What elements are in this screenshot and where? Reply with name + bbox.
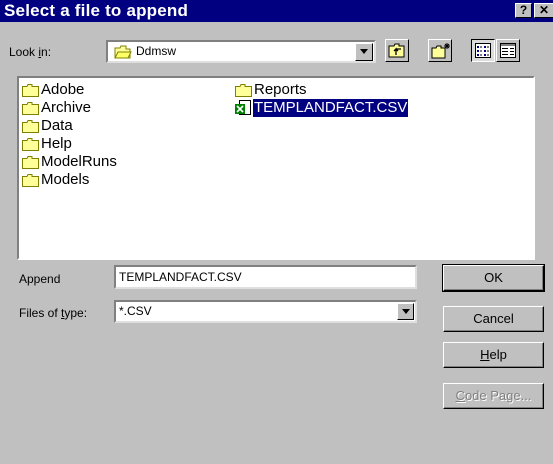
csv-file-icon: [235, 100, 252, 121]
look-in-dropdown-button[interactable]: [355, 43, 373, 61]
folder-name: Adobe: [41, 81, 85, 98]
folder-name: Help: [41, 135, 72, 152]
create-new-folder-button[interactable]: [428, 39, 452, 62]
close-button[interactable]: ✕: [534, 3, 553, 18]
folder-open-icon: [114, 45, 132, 63]
folder-name: Archive: [41, 99, 92, 116]
folder-icon: [22, 174, 39, 192]
list-view-button[interactable]: [471, 39, 495, 62]
folder-icon: [22, 138, 39, 156]
append-input-value: TEMPLANDFACT.CSV: [119, 270, 242, 284]
list-view-icon: [475, 43, 491, 61]
file-dialog: Select a file to append ? ✕ Look in: Ddm…: [0, 0, 553, 464]
files-of-type-value: *.CSV: [119, 304, 152, 318]
details-view-icon: [500, 43, 516, 61]
append-input[interactable]: TEMPLANDFACT.CSV: [114, 265, 417, 289]
code-page-button[interactable]: Code Page...: [443, 383, 544, 409]
folder-name: Models: [41, 171, 90, 188]
folder-name: Reports: [254, 81, 307, 98]
files-of-type-dropdown-button[interactable]: [397, 303, 414, 320]
append-label: Append: [19, 272, 61, 286]
up-one-level-button[interactable]: [385, 39, 409, 62]
window-title: Select a file to append: [4, 1, 189, 20]
folder-icon: [22, 84, 39, 102]
file-list[interactable]: Adobe Archive Data Help ModelRuns Models…: [17, 76, 535, 260]
file-name: TEMPLANDFACT.CSV: [253, 99, 409, 117]
help-title-button[interactable]: ?: [515, 3, 532, 18]
help-button[interactable]: Help: [443, 342, 544, 368]
new-folder-icon: [431, 42, 451, 63]
files-of-type-label: Files of type:: [19, 306, 88, 320]
folder-name: ModelRuns: [41, 153, 117, 170]
folder-icon: [22, 156, 39, 174]
folder-name: Data: [41, 117, 73, 134]
look-in-label: Look in:: [9, 45, 52, 59]
chevron-down-icon: [402, 309, 410, 314]
details-view-button[interactable]: [496, 39, 520, 62]
title-bar[interactable]: Select a file to append ? ✕: [0, 0, 553, 22]
chevron-down-icon: [360, 49, 368, 54]
ok-button[interactable]: OK: [442, 264, 545, 292]
look-in-dropdown[interactable]: Ddmsw: [106, 40, 376, 63]
folder-icon: [22, 102, 39, 120]
cancel-button[interactable]: Cancel: [443, 306, 544, 332]
look-in-value: Ddmsw: [136, 44, 177, 58]
folder-up-icon: [388, 42, 406, 62]
files-of-type-dropdown[interactable]: *.CSV: [114, 300, 417, 323]
folder-icon: [22, 120, 39, 138]
